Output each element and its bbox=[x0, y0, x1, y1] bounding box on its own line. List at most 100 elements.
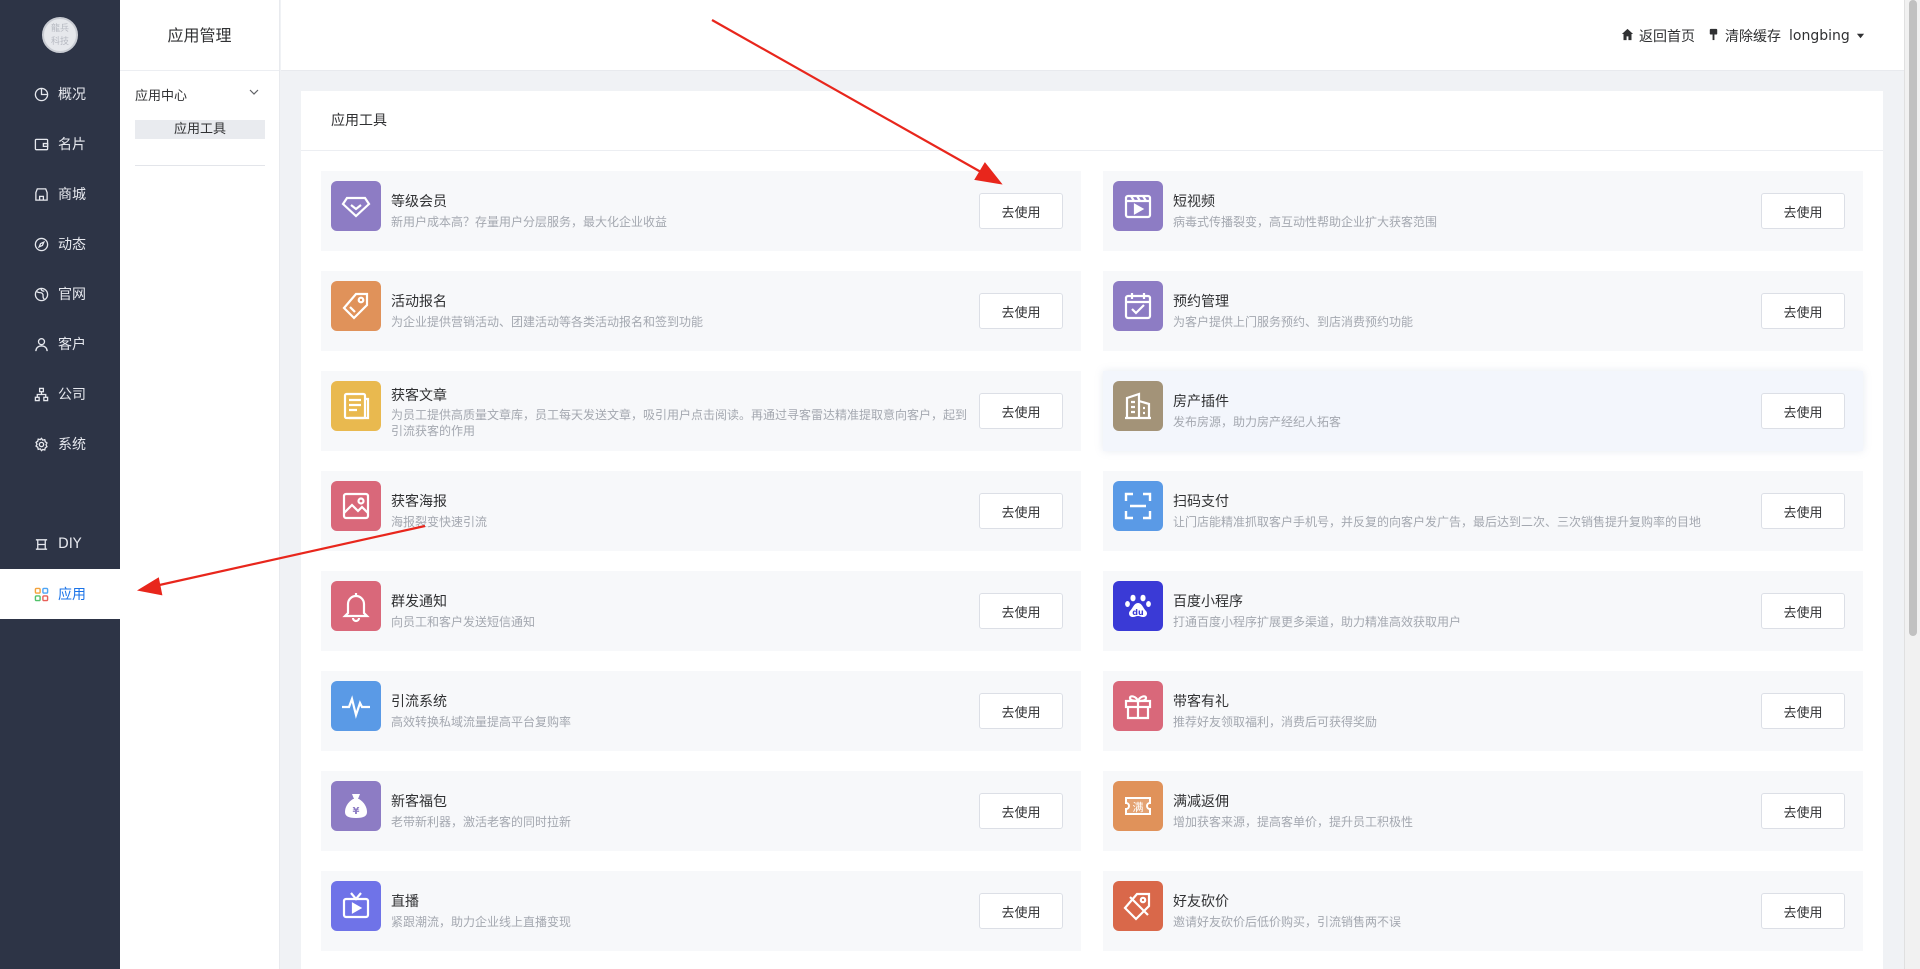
tool-card: 获客海报 海报裂变快速引流 去使用 bbox=[321, 471, 1081, 551]
scrollbar-thumb[interactable] bbox=[1909, 0, 1917, 636]
tool-description: 为员工提供高质量文章库，员工每天发送文章，吸引用户点击阅读。再通过寻客雷达精准提… bbox=[391, 408, 968, 438]
tool-card: 带客有礼 推荐好友领取福利，消费后可获得奖励 去使用 bbox=[1103, 671, 1863, 751]
tool-card: 群发通知 向员工和客户发送短信通知 去使用 bbox=[321, 571, 1081, 651]
tool-name: 活动报名 bbox=[391, 294, 447, 310]
sidebar-title: 应用管理 bbox=[120, 0, 279, 71]
nav-item-overview[interactable]: 概况 bbox=[0, 69, 120, 119]
tool-description: 为客户提供上门服务预约、到店消费预约功能 bbox=[1173, 315, 1414, 329]
nav-item-card[interactable]: 名片 bbox=[0, 119, 120, 169]
nav-item-apps[interactable]: 应用 bbox=[0, 569, 120, 619]
use-button[interactable]: 去使用 bbox=[979, 193, 1063, 229]
tool-description: 老带新利器，激活老客的同时拉新 bbox=[391, 815, 572, 829]
bell-icon bbox=[331, 581, 381, 631]
nav-item-system[interactable]: 系统 bbox=[0, 419, 120, 469]
use-button[interactable]: 去使用 bbox=[979, 793, 1063, 829]
wallet-icon bbox=[33, 136, 49, 152]
diy-icon bbox=[33, 536, 49, 552]
tool-description: 发布房源，助力房产经纪人拓客 bbox=[1173, 415, 1342, 429]
nav-item-company[interactable]: 公司 bbox=[0, 369, 120, 419]
home-icon bbox=[1621, 28, 1639, 45]
use-button[interactable]: 去使用 bbox=[979, 593, 1063, 629]
use-button[interactable]: 去使用 bbox=[979, 293, 1063, 329]
nav-item-website[interactable]: 官网 bbox=[0, 269, 120, 319]
video-icon bbox=[1113, 181, 1163, 231]
tool-card: ¥ 新客福包 老带新利器，激活老客的同时拉新 去使用 bbox=[321, 771, 1081, 851]
user-icon bbox=[33, 336, 49, 352]
chevron-down-icon bbox=[248, 86, 260, 102]
coupon-badge-text: 满 bbox=[1133, 801, 1144, 814]
tool-card: 短视频 病毒式传播裂变，高互动性帮助企业扩大获客范围 去使用 bbox=[1103, 171, 1863, 251]
use-button[interactable]: 去使用 bbox=[979, 893, 1063, 929]
nav-item-label: 概况 bbox=[58, 87, 86, 103]
gift-icon bbox=[1113, 681, 1163, 731]
calendar-check-icon bbox=[1113, 281, 1163, 331]
tool-description: 新用户成本高？存量用户分层服务，最大化企业收益 bbox=[391, 215, 668, 229]
nav-item-label: 官网 bbox=[58, 287, 86, 303]
tool-description: 让门店能精准抓取客户手机号，并反复的向客户发广告，最后达到二次、三次销售提升复购… bbox=[1173, 515, 1702, 529]
use-button[interactable]: 去使用 bbox=[1761, 293, 1845, 329]
use-button[interactable]: 去使用 bbox=[1761, 793, 1845, 829]
tool-name: 满减返佣 bbox=[1173, 794, 1229, 810]
nav-item-shop[interactable]: 商城 bbox=[0, 169, 120, 219]
shop-icon bbox=[33, 186, 49, 202]
nav-item-label: 名片 bbox=[58, 137, 86, 153]
tool-name: 获客海报 bbox=[391, 494, 447, 510]
tool-description: 为企业提供营销活动、团建活动等各类活动报名和签到功能 bbox=[391, 315, 704, 329]
use-button[interactable]: 去使用 bbox=[1761, 493, 1845, 529]
tool-description: 邀请好友砍价后低价购买，引流销售两不误 bbox=[1173, 915, 1402, 929]
pie-chart-icon bbox=[33, 86, 49, 102]
tool-description: 向员工和客户发送短信通知 bbox=[391, 615, 536, 629]
use-button[interactable]: 去使用 bbox=[979, 493, 1063, 529]
use-button[interactable]: 去使用 bbox=[1761, 693, 1845, 729]
use-button[interactable]: 去使用 bbox=[1761, 193, 1845, 229]
tool-card: 直播 紧跟潮流，助力企业线上直播变现 去使用 bbox=[321, 871, 1081, 951]
brand-logo[interactable]: 龍兵 科技 bbox=[42, 17, 78, 53]
nav-item-label: 公司 bbox=[58, 387, 86, 403]
use-button[interactable]: 去使用 bbox=[979, 393, 1063, 429]
pulse-icon bbox=[331, 681, 381, 731]
tool-name: 短视频 bbox=[1173, 194, 1215, 210]
back-home-link[interactable]: 返回首页 bbox=[1621, 26, 1695, 46]
tool-card: 活动报名 为企业提供营销活动、团建活动等各类活动报名和签到功能 去使用 bbox=[321, 271, 1081, 351]
page-scrollbar[interactable] bbox=[1904, 0, 1920, 969]
svg-text:du: du bbox=[1132, 608, 1144, 617]
tool-name: 带客有礼 bbox=[1173, 694, 1229, 710]
clear-cache-link[interactable]: 清除缓存 bbox=[1707, 26, 1781, 46]
tool-description: 病毒式传播裂变，高互动性帮助企业扩大获客范围 bbox=[1173, 215, 1438, 229]
broom-icon bbox=[1707, 28, 1725, 45]
tool-name: 引流系统 bbox=[391, 694, 447, 710]
use-button[interactable]: 去使用 bbox=[1761, 393, 1845, 429]
tool-name: 房产插件 bbox=[1173, 394, 1229, 410]
tool-card: 扫码支付 让门店能精准抓取客户手机号，并反复的向客户发广告，最后达到二次、三次销… bbox=[1103, 471, 1863, 551]
card-title: 应用工具 bbox=[301, 91, 1883, 151]
scan-icon bbox=[1113, 481, 1163, 531]
bargain-icon bbox=[1113, 881, 1163, 931]
nav-item-label: 系统 bbox=[58, 437, 86, 453]
app-root: 龍兵 科技 概况 名片 商城 动态 官网 客户 公司 系统 DIY 应用 应用管… bbox=[0, 0, 1920, 969]
tag-icon bbox=[331, 281, 381, 331]
org-chart-icon bbox=[33, 386, 49, 402]
tool-description: 紧跟潮流，助力企业线上直播变现 bbox=[391, 915, 572, 929]
tool-card: 房产插件 发布房源，助力房产经纪人拓客 去使用 bbox=[1103, 371, 1863, 451]
clear-cache-label: 清除缓存 bbox=[1725, 29, 1781, 45]
nav-item-label: 动态 bbox=[58, 237, 86, 253]
sidebar-item-app-tools[interactable]: 应用工具 bbox=[135, 120, 265, 139]
user-menu[interactable]: longbing bbox=[1789, 26, 1870, 46]
baidu-paw-icon: du bbox=[1113, 581, 1163, 631]
use-button[interactable]: 去使用 bbox=[979, 693, 1063, 729]
svg-text:¥: ¥ bbox=[353, 806, 360, 817]
nav-item-diy[interactable]: DIY bbox=[0, 519, 120, 569]
tool-card: 满 满减返佣 增加获客来源，提高客单价，提升员工积极性 去使用 bbox=[1103, 771, 1863, 851]
use-button[interactable]: 去使用 bbox=[1761, 893, 1845, 929]
app-tools-card: 应用工具 等级会员 新用户成本高？存量用户分层服务，最大化企业收益 去使用 短视… bbox=[301, 91, 1883, 969]
nav-item-customers[interactable]: 客户 bbox=[0, 319, 120, 369]
nav-item-label: 客户 bbox=[58, 337, 86, 353]
tool-card: du 百度小程序 打通百度小程序扩展更多渠道，助力精准高效获取用户 去使用 bbox=[1103, 571, 1863, 651]
tool-description: 推荐好友领取福利，消费后可获得奖励 bbox=[1173, 715, 1378, 729]
globe-icon bbox=[33, 286, 49, 302]
sidebar-group-app-center[interactable]: 应用中心 bbox=[135, 83, 260, 105]
tool-description: 增加获客来源，提高客单价，提升员工积极性 bbox=[1173, 815, 1414, 829]
nav-item-feed[interactable]: 动态 bbox=[0, 219, 120, 269]
use-button[interactable]: 去使用 bbox=[1761, 593, 1845, 629]
article-icon bbox=[331, 381, 381, 431]
